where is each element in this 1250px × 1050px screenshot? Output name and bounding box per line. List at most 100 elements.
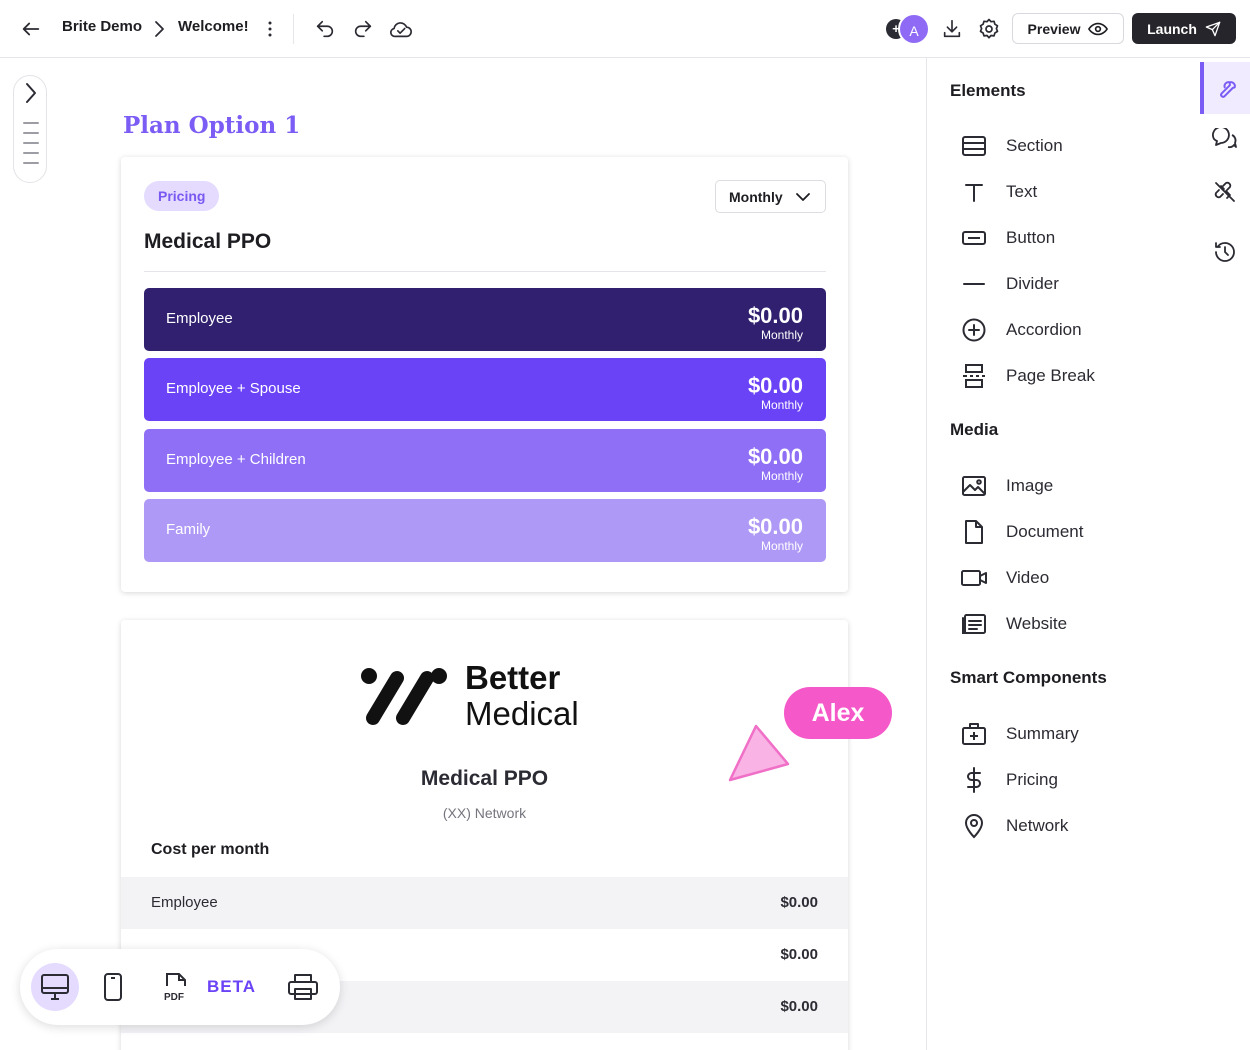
element-button[interactable]: Button [960, 223, 1190, 253]
element-divider[interactable]: Divider [960, 269, 1190, 299]
tier-name: Employee + Spouse [166, 380, 301, 397]
collaborator-label: Alex [784, 687, 892, 739]
button-icon [960, 224, 988, 252]
undo-icon[interactable] [311, 15, 339, 43]
tier-period: Monthly [760, 469, 803, 483]
tier-price: $0.00 [747, 303, 803, 328]
element-label: Divider [1006, 274, 1059, 293]
tier-period: Monthly [760, 398, 803, 412]
card-heading: Medical PPO [144, 230, 272, 253]
element-summary[interactable]: Summary [960, 719, 1190, 749]
element-website[interactable]: Website [960, 609, 1190, 639]
svg-text:PDF: PDF [164, 992, 184, 1002]
element-network[interactable]: Network [960, 811, 1190, 841]
beta-badge: BETA [207, 977, 257, 996]
element-label: Website [1006, 614, 1068, 633]
tier-family[interactable]: Family $0.00 Monthly [144, 499, 826, 562]
tier-employee[interactable]: Employee $0.00 Monthly [144, 288, 826, 351]
element-image[interactable]: Image [960, 471, 1190, 501]
document-icon [960, 518, 988, 546]
rail-comments-button[interactable] [1200, 116, 1250, 164]
monitor-icon [40, 973, 70, 1001]
collaborator-cursor-icon [728, 724, 790, 782]
element-label: Image [1006, 476, 1054, 495]
element-label: Document [1006, 522, 1084, 541]
redo-icon[interactable] [349, 15, 377, 43]
cloud-saved-icon[interactable] [387, 15, 415, 43]
better-medical-logo: Better Medical [359, 660, 619, 736]
chevron-right-icon[interactable] [20, 82, 42, 104]
element-label: Section [1006, 136, 1063, 155]
plus-circle-icon [960, 316, 988, 344]
tier-employee-children[interactable]: Employee + Children $0.00 Monthly [144, 429, 826, 492]
download-icon[interactable] [938, 15, 966, 43]
element-video[interactable]: Video [960, 563, 1190, 593]
element-document[interactable]: Document [960, 517, 1190, 547]
element-pricing[interactable]: Pricing [960, 765, 1190, 795]
collaborator-avatars[interactable]: + A [886, 13, 930, 45]
location-pin-icon [960, 812, 988, 840]
preview-label: Preview [1027, 20, 1081, 37]
logo-text: Better Medical [465, 660, 579, 732]
outline-toggle[interactable] [13, 75, 47, 183]
preview-button[interactable]: Preview [1012, 13, 1124, 44]
chevron-down-icon [795, 192, 811, 202]
dollar-icon [960, 766, 988, 794]
element-page-break[interactable]: Page Break [960, 361, 1190, 391]
element-section[interactable]: Section [960, 131, 1190, 161]
tier-name: Family [166, 521, 211, 538]
element-accordion[interactable]: Accordion [960, 315, 1190, 345]
plan-title[interactable]: Plan Option 1 [123, 112, 300, 139]
medical-bag-icon [960, 720, 988, 748]
panel-heading-media: Media [950, 420, 999, 439]
element-label: Pricing [1006, 770, 1058, 789]
unlink-icon [1212, 179, 1238, 205]
row-value: $0.00 [780, 998, 818, 1015]
tier-price: $0.00 [747, 444, 803, 469]
logo-mark-icon [361, 668, 447, 725]
element-text[interactable]: Text [960, 177, 1190, 207]
panel-rail [1200, 58, 1250, 1050]
cost-label: Cost per month [151, 841, 270, 858]
element-label: Page Break [1006, 366, 1095, 385]
period-select[interactable]: Monthly [715, 180, 826, 213]
elements-panel: Elements Section Text Button Divider Acc… [926, 58, 1200, 1050]
avatar: A [898, 13, 930, 45]
card-divider [144, 271, 826, 272]
mobile-view-button[interactable] [89, 963, 137, 1011]
top-bar: Brite Demo Welcome! + A Preview Launch [0, 0, 1250, 58]
desktop-view-button[interactable] [31, 963, 79, 1011]
more-vertical-icon[interactable] [262, 17, 278, 41]
element-label: Text [1006, 182, 1038, 201]
element-label: Network [1006, 816, 1069, 835]
element-label: Button [1006, 228, 1056, 247]
logo-line-2: Medical [465, 695, 579, 732]
tier-employee-spouse[interactable]: Employee + Spouse $0.00 Monthly [144, 358, 826, 421]
pricing-card[interactable]: Pricing Monthly Medical PPO Employee $0.… [121, 157, 848, 592]
row-value: $0.00 [780, 946, 818, 963]
tier-price: $0.00 [747, 514, 803, 539]
tier-period: Monthly [760, 539, 803, 553]
rail-unlink-button[interactable] [1200, 168, 1250, 216]
chevron-right-icon [150, 18, 168, 40]
pdf-view-button[interactable]: PDF [153, 963, 201, 1011]
printer-icon [287, 973, 319, 1001]
rail-tools-button[interactable] [1200, 62, 1250, 114]
history-icon [1213, 240, 1237, 264]
rail-history-button[interactable] [1200, 228, 1250, 276]
print-button[interactable] [279, 963, 327, 1011]
tier-price: $0.00 [747, 373, 803, 398]
gear-icon[interactable] [975, 15, 1003, 43]
page-break-icon [960, 362, 988, 390]
breadcrumb-page[interactable]: Welcome! [178, 18, 249, 35]
text-icon [960, 178, 988, 206]
breadcrumb-project[interactable]: Brite Demo [62, 18, 142, 35]
back-arrow-icon[interactable] [18, 16, 44, 42]
table-row: Employee $0.00 [121, 877, 848, 929]
pdf-icon: PDF [163, 972, 191, 1002]
launch-button[interactable]: Launch [1132, 13, 1236, 44]
tier-period: Monthly [760, 328, 803, 342]
divider-icon [960, 270, 988, 298]
launch-label: Launch [1147, 20, 1197, 37]
video-icon [960, 564, 988, 592]
